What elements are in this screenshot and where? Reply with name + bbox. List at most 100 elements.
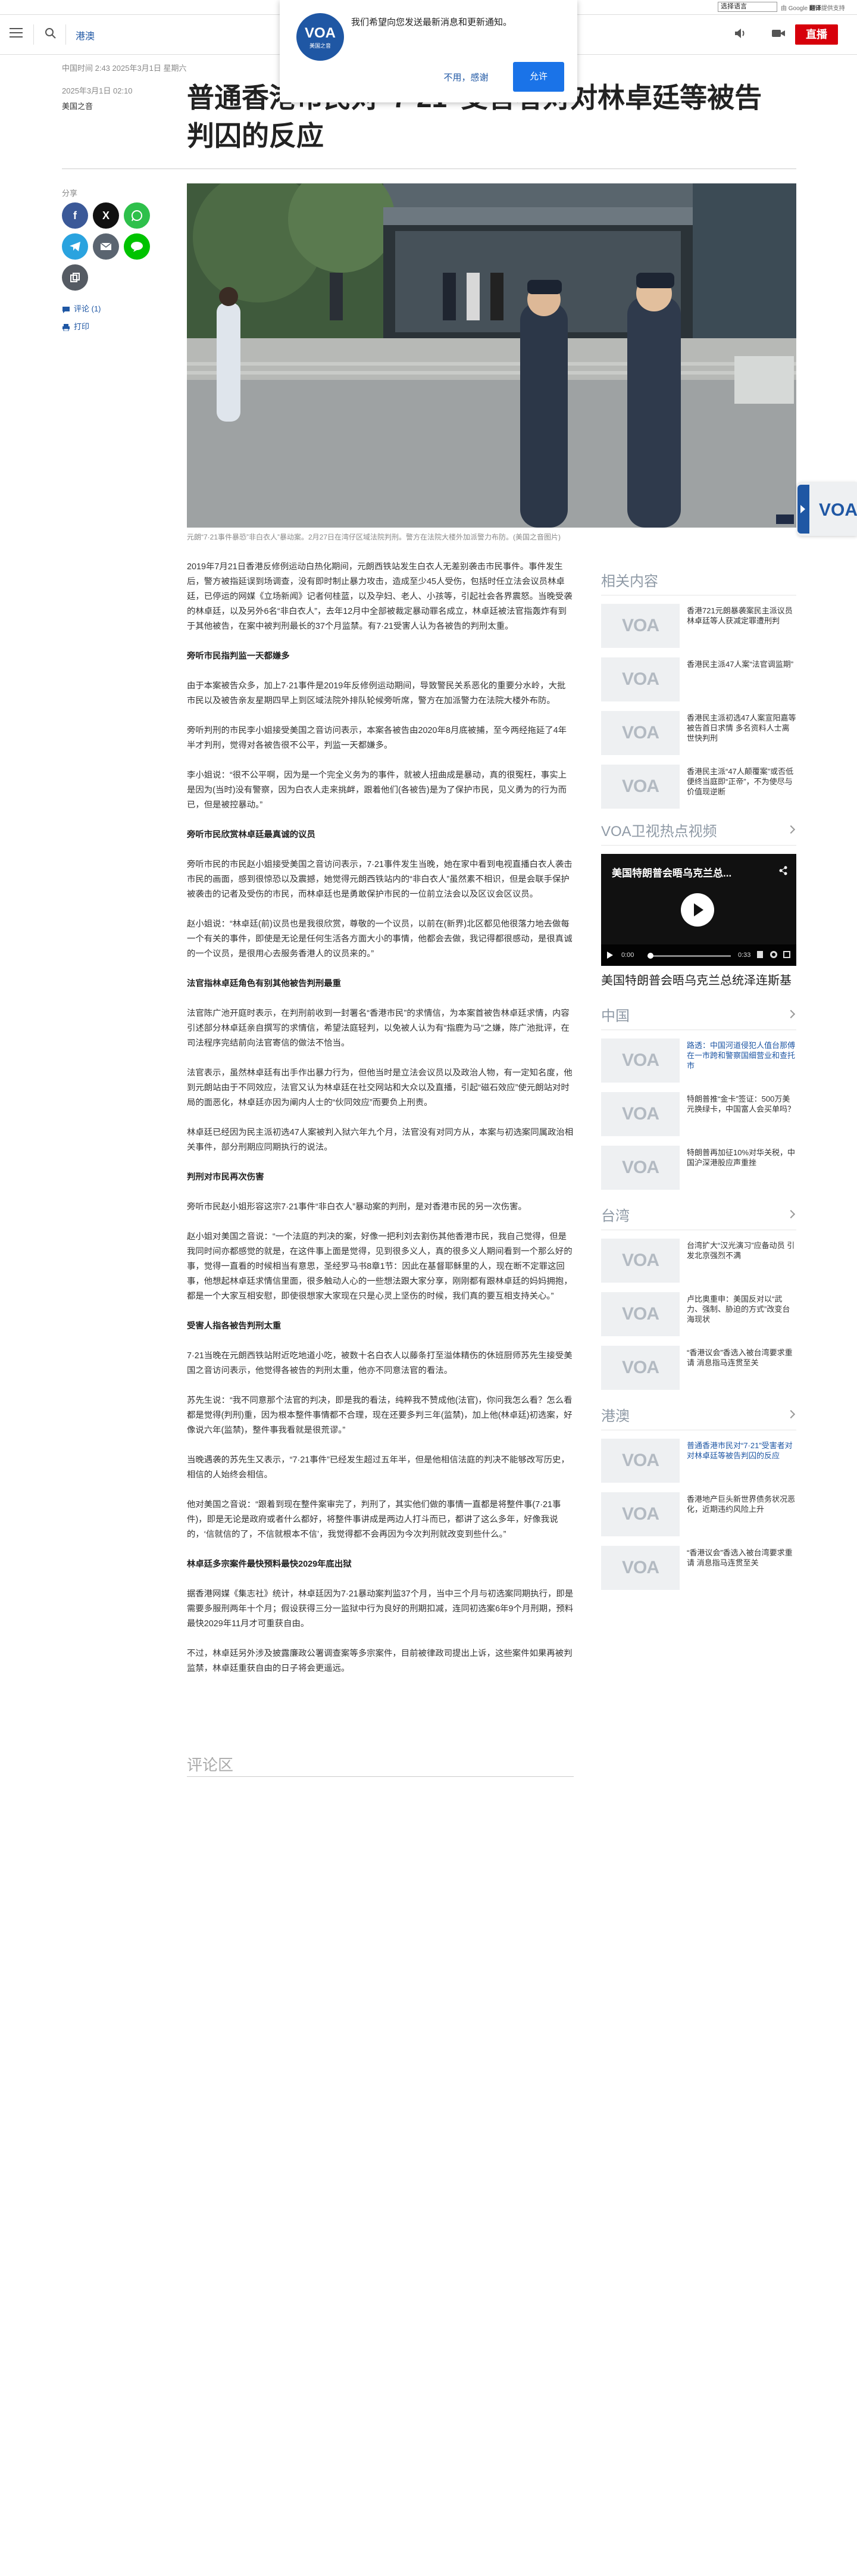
list-item-title[interactable]: “香港议会”香选入被台湾要求重请 消息指马连贯至关 <box>680 1546 796 1592</box>
list-item[interactable]: VOA 香港民主派47人案“法官调监期” <box>601 657 796 704</box>
thumbnail[interactable]: VOA <box>601 1546 680 1590</box>
taiwan-section: 台湾 VOA 台湾扩大“汉光演习”应备动员 引发北京强烈不满 VOA 卢比奥重申：美国… <box>601 1206 796 1399</box>
list-item-title[interactable]: 香港地产巨头新世界债务状况恶化，近期违约风险上升 <box>680 1492 796 1539</box>
list-item-title[interactable]: 香港民主派47人案“法官调监期” <box>680 657 793 704</box>
progress-knob[interactable] <box>648 953 653 959</box>
list-item[interactable]: VOA 香港民主派初选47人案宣阳嘉等被告首日求情 多名资料人士离世快判刑 <box>601 711 796 757</box>
byline[interactable]: 美国之音 <box>62 100 93 111</box>
live-button[interactable]: 直播 <box>795 24 838 45</box>
video-camera-icon[interactable] <box>771 28 786 39</box>
thumbnail[interactable]: VOA <box>601 1239 680 1283</box>
article-paragraph: 法官表示，虽然林卓廷有出手作出暴力行为，但他当时是立法会议员以及政治人物，有一定… <box>187 1068 573 1108</box>
copy-icon <box>70 273 80 282</box>
video-caption[interactable]: 美国特朗普会晤乌克兰总统泽连斯基 <box>601 973 796 988</box>
video-progress[interactable] <box>648 953 731 959</box>
chevron-right-icon <box>786 1409 796 1419</box>
list-item-title[interactable]: 卢比奥重申：美国反对以“武力、强制、胁迫的方式”改变台海现状 <box>680 1292 796 1339</box>
copy-link-button[interactable] <box>62 264 88 291</box>
related-title: 相关内容 <box>601 572 796 595</box>
voa-logo: VOA <box>621 1250 659 1270</box>
telegram-share-button[interactable] <box>62 233 88 260</box>
video-player[interactable]: 美国特朗普会晤乌克兰总... 0:00 0:33 <box>601 854 796 966</box>
list-item[interactable]: VOA “香港议会”香选入被台湾要求重请 消息指马连贯至关 <box>601 1346 796 1392</box>
list-item[interactable]: VOA 路透：中国河道侵犯人值台那傅在一市跨和警察国细营业和查托市 <box>601 1038 796 1085</box>
article-paragraph: 法官陈广池开庭时表示，在判刑前收到一封署名“香港市民”的求情信，为本案首被告林卓… <box>187 1009 570 1048</box>
list-item[interactable]: VOA 香港民主派“47人颠覆案”或否低便终当庭即“正帝”，不为使尽与价值现逆断 <box>601 765 796 811</box>
thumbnail[interactable]: VOA <box>601 1092 680 1136</box>
volume-icon[interactable] <box>757 951 763 958</box>
chevron-right-icon <box>786 1009 796 1019</box>
thumbnail[interactable]: VOA <box>601 604 680 648</box>
taiwan-title[interactable]: 台湾 <box>601 1206 796 1230</box>
list-item-title[interactable]: 香港民主派“47人颠覆案”或否低便终当庭即“正帝”，不为使尽与价值现逆断 <box>680 765 796 811</box>
article-paragraph: 旁听判刑的市民李小姐接受美国之音访问表示，本案各被告由2020年8月底被捕，至今… <box>187 726 567 750</box>
decline-button[interactable]: 不用，感谢 <box>439 64 493 92</box>
print-link[interactable]: 打印 <box>62 320 89 332</box>
menu-icon[interactable] <box>10 28 23 39</box>
play-button[interactable] <box>681 893 714 927</box>
list-item[interactable]: VOA 台湾扩大“汉光演习”应备动员 引发北京强烈不满 <box>601 1239 796 1285</box>
list-item-title[interactable]: 普通香港市民对“7·21”受害者对对林卓廷等被告判囚的反应 <box>680 1439 796 1485</box>
speaker-icon[interactable] <box>733 27 747 40</box>
list-item[interactable]: VOA 特朗普推“金卡”签证：500万美元换绿卡，中国富人会买单吗？ <box>601 1092 796 1139</box>
x-share-button[interactable]: X <box>93 202 119 229</box>
video-section-title[interactable]: VOA卫视热点视频 <box>601 822 796 846</box>
line-share-button[interactable] <box>124 233 150 260</box>
list-item-title[interactable]: 特朗普推“金卡”签证：500万美元换绿卡，中国富人会买单吗？ <box>680 1092 796 1139</box>
hkmacau-title[interactable]: 港澳 <box>601 1406 796 1430</box>
thumbnail[interactable]: VOA <box>601 1146 680 1190</box>
voa-logo: VOA <box>621 776 659 796</box>
thumbnail[interactable]: VOA <box>601 1439 680 1483</box>
thumbnail[interactable]: VOA <box>601 657 680 701</box>
article-date: 2025年3月1日 02:10 <box>62 86 133 95</box>
share-label: 分享 <box>62 189 78 198</box>
chevron-right-icon <box>786 1209 796 1219</box>
section-heading: 旁听市民欣赏林卓廷最真诚的议员 <box>187 830 315 840</box>
list-item-title[interactable]: 特朗普再加征10%对华关税，中国沪深港股应声重挫 <box>680 1146 796 1192</box>
list-item[interactable]: VOA 普通香港市民对“7·21”受害者对对林卓廷等被告判囚的反应 <box>601 1439 796 1485</box>
play-icon[interactable] <box>607 952 613 959</box>
thumbnail[interactable]: VOA <box>601 1292 680 1336</box>
list-item-title[interactable]: 台湾扩大“汉光演习”应备动员 引发北京强烈不满 <box>680 1239 796 1285</box>
whatsapp-icon <box>132 210 142 222</box>
china-title[interactable]: 中国 <box>601 1006 796 1030</box>
related-section: 相关内容 VOA 香港721元朗暴袭案民主派议员林卓廷等人获减定罪遭刑判 VOA 香港… <box>601 572 796 818</box>
list-item[interactable]: VOA 特朗普再加征10%对华关税，中国沪深港股应声重挫 <box>601 1146 796 1192</box>
fullscreen-icon[interactable] <box>783 951 790 958</box>
section-link[interactable]: 港澳 <box>76 28 95 42</box>
article-paragraph: 赵小姐说：“林卓廷(前)议员也是我很欣赏，尊敬的一个议员，以前在(新界)北区都见… <box>187 919 573 959</box>
list-item[interactable]: VOA 卢比奥重申：美国反对以“武力、强制、胁迫的方式”改变台海现状 <box>601 1292 796 1339</box>
notification-prompt: VOA 美国之音 我们希望向您发送最新消息和更新通知。 不用，感谢 允许 <box>280 0 577 102</box>
facebook-share-button[interactable]: f <box>62 202 88 229</box>
list-item-title[interactable]: “香港议会”香选入被台湾要求重请 消息指马连贯至关 <box>680 1346 796 1392</box>
video-time-current: 0:00 <box>621 952 634 959</box>
voa-logo: VOA <box>621 1050 659 1070</box>
section-heading: 法官指林卓廷角色有别其他被告判刑最重 <box>187 979 342 988</box>
list-item[interactable]: VOA 香港地产巨头新世界债务状况恶化，近期违约风险上升 <box>601 1492 796 1539</box>
comments-heading: 评论区 <box>187 1753 574 1777</box>
thumbnail[interactable]: VOA <box>601 711 680 755</box>
list-item-title[interactable]: 香港721元朗暴袭案民主派议员林卓廷等人获减定罪遭刑判 <box>680 604 796 650</box>
email-share-button[interactable] <box>93 233 119 260</box>
settings-icon[interactable] <box>770 951 777 958</box>
list-item-title[interactable]: 路透：中国河道侵犯人值台那傅在一市跨和警察国细营业和查托市 <box>680 1038 796 1085</box>
search-icon[interactable] <box>44 27 57 40</box>
whatsapp-share-button[interactable] <box>124 202 150 229</box>
list-item[interactable]: VOA 香港721元朗暴袭案民主派议员林卓廷等人获减定罪遭刑判 <box>601 604 796 650</box>
video-section: VOA卫视热点视频 美国特朗普会晤乌克兰总... 0:00 0:33 美国特朗普… <box>601 822 796 988</box>
expand-arrow-icon[interactable] <box>797 485 809 534</box>
thumbnail[interactable]: VOA <box>601 1038 680 1083</box>
thumbnail[interactable]: VOA <box>601 765 680 809</box>
comments-link[interactable]: 评论 (1) <box>62 302 101 314</box>
list-item[interactable]: VOA “香港议会”香选入被台湾要求重请 消息指马连贯至关 <box>601 1546 796 1592</box>
telegram-icon <box>70 242 80 251</box>
share-icon[interactable] <box>778 866 788 875</box>
language-select[interactable]: 选择语言 <box>718 2 777 12</box>
article-paragraph: 当晚遇袭的苏先生又表示，“7·21事件”已经发生超过五年半，但是他相信法庭的判决… <box>187 1455 570 1480</box>
floating-player-widget[interactable]: VOA <box>797 482 857 536</box>
allow-button[interactable]: 允许 <box>513 62 564 92</box>
list-item-title[interactable]: 香港民主派初选47人案宣阳嘉等被告首日求情 多名资料人士离世快判刑 <box>680 711 796 757</box>
article-paragraph: 不过，林卓廷另外涉及披露廉政公署调查案等多宗案件，目前被律政司提出上诉，这些案件… <box>187 1649 573 1673</box>
thumbnail[interactable]: VOA <box>601 1492 680 1536</box>
thumbnail[interactable]: VOA <box>601 1346 680 1390</box>
